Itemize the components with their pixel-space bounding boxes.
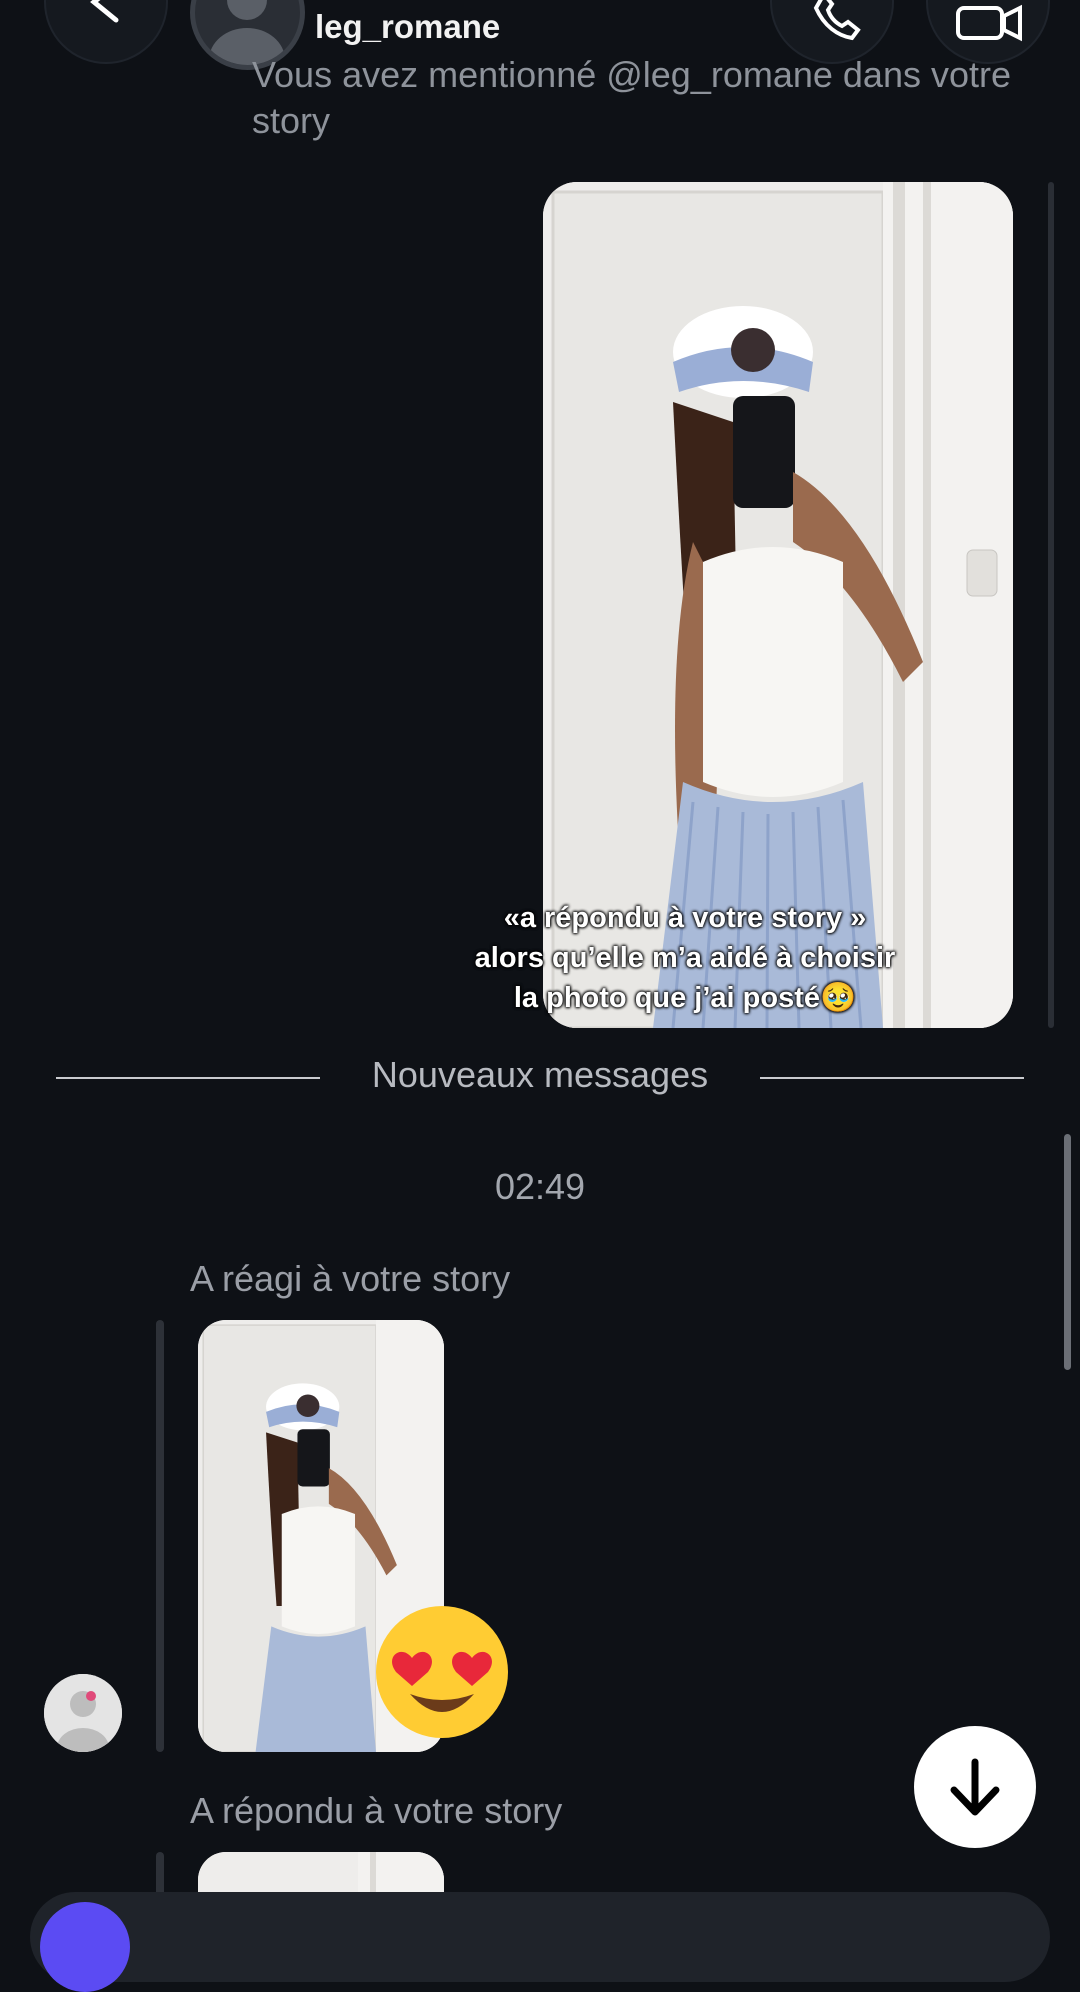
- scroll-to-bottom-button[interactable]: [914, 1726, 1036, 1848]
- chat-scroll-indicator[interactable]: [1064, 1134, 1071, 1370]
- arrow-down-icon: [950, 1758, 1000, 1816]
- header-username[interactable]: leg_romane: [315, 8, 500, 46]
- story-mention-text: Vous avez mentionné @leg_romane dans vot…: [252, 54, 1012, 141]
- image-scrollbar: [1048, 182, 1054, 1028]
- message-composer[interactable]: [30, 1892, 1050, 1982]
- caption-line-3: la photo que j’ai posté🥹: [513, 982, 857, 1014]
- caption-line-2: alors qu’elle m’a aidé à choisir: [474, 942, 896, 974]
- default-avatar-icon: [44, 1674, 122, 1752]
- message-timestamp: 02:49: [494, 1166, 586, 1207]
- replied-to-story-label: A répondu à votre story: [190, 1790, 563, 1831]
- heart-eyes-emoji-icon: [372, 1602, 512, 1742]
- reacted-to-story-label: A réagi à votre story: [190, 1258, 511, 1299]
- new-messages-divider-label: Nouveaux messages: [371, 1054, 709, 1095]
- quote-bar: [156, 1320, 164, 1752]
- caption-line-1: «a répondu à votre story »: [503, 902, 867, 934]
- sender-avatar[interactable]: [44, 1674, 122, 1752]
- back-button[interactable]: [44, 0, 168, 64]
- divider-right: [760, 1077, 1024, 1079]
- camera-button[interactable]: [40, 1902, 130, 1992]
- caption-overlay: «a répondu à votre story » alors qu’elle…: [440, 898, 930, 1018]
- back-arrow-icon: [90, 0, 119, 23]
